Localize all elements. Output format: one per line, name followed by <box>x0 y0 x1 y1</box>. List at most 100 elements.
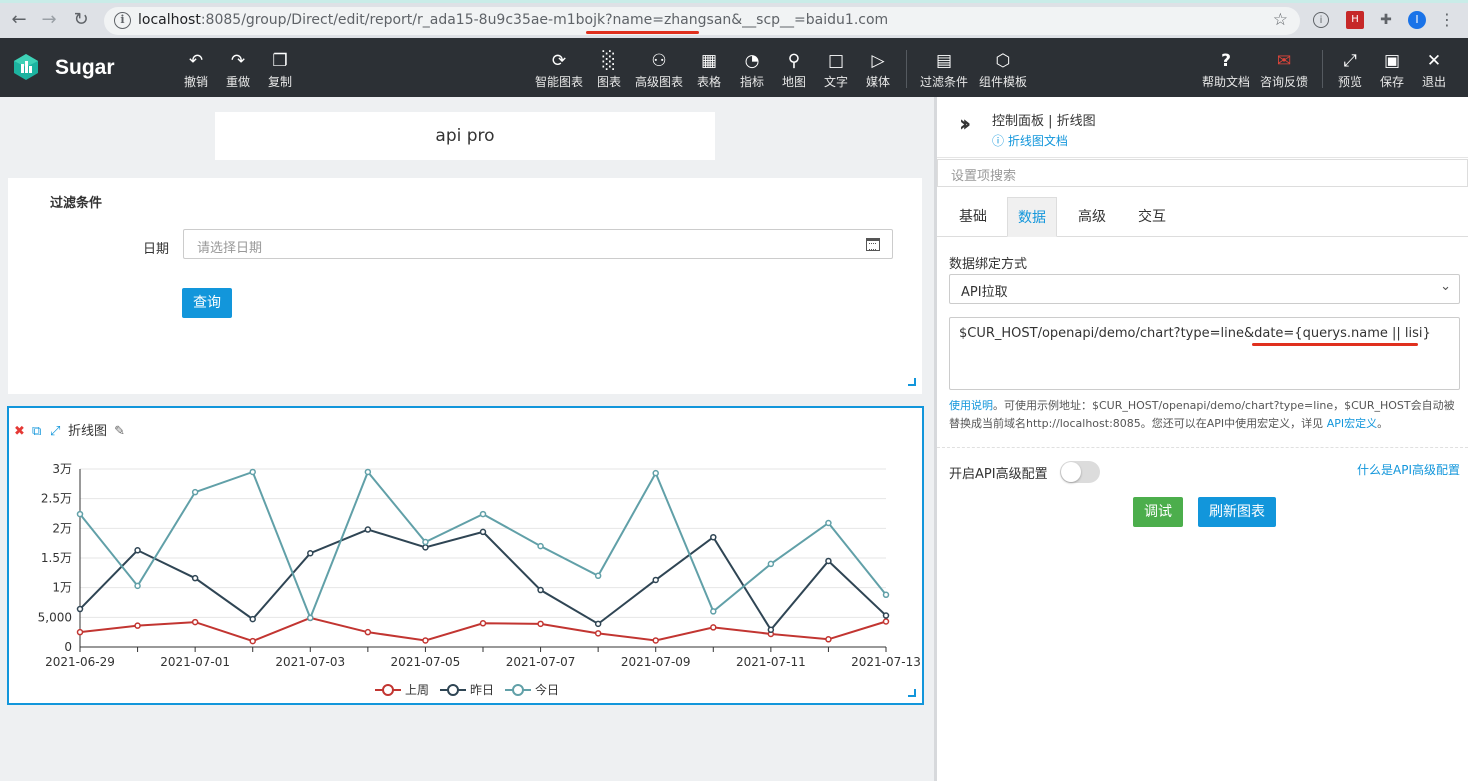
data-point <box>307 550 314 557</box>
data-point <box>594 572 602 580</box>
exit-button[interactable]: ✕ 退出 <box>1422 51 1446 90</box>
filter-widget[interactable]: 过滤条件 日期 请选择日期 查询 <box>8 178 922 394</box>
component-template-button[interactable]: ⬡ 组件模板 <box>979 51 1027 90</box>
extension-icon[interactable]: i <box>1313 12 1329 28</box>
save-button[interactable]: ▣ 保存 <box>1380 51 1404 90</box>
chart-button[interactable]: ░ 图表 <box>597 51 621 90</box>
report-title[interactable]: api pro <box>215 112 715 160</box>
preview-button[interactable]: ⤢ 预览 <box>1338 51 1362 90</box>
filter-label: 过滤条件 <box>920 75 969 89</box>
data-point <box>825 557 832 565</box>
api-url-textarea[interactable]: $CUR_HOST/openapi/demo/chart?type=line&d… <box>949 317 1460 390</box>
collapse-panel-icon[interactable]: ›› <box>959 112 971 137</box>
data-point <box>767 560 775 568</box>
panel-tabs: 基础 数据 高级 交互 <box>937 197 1468 237</box>
data-point <box>249 637 256 645</box>
y-tick-label: 3万 <box>52 462 72 476</box>
preview-label: 预览 <box>1338 75 1363 89</box>
refresh-chart-button[interactable]: 刷新图表 <box>1198 497 1276 527</box>
data-binding-value: API拉取 <box>961 285 1008 300</box>
data-point <box>134 622 141 629</box>
legend-label: 昨日 <box>470 683 494 697</box>
advanced-config-help-link[interactable]: 什么是API高级配置 <box>1357 461 1460 478</box>
map-button[interactable]: ⚲ 地图 <box>782 51 806 90</box>
brand-name: Sugar <box>55 56 115 79</box>
settings-search-input[interactable]: 设置项搜索 <box>937 159 1468 187</box>
data-point <box>710 608 717 615</box>
gauge-icon: ◔ <box>744 51 760 71</box>
redo-icon: ↷ <box>230 51 246 71</box>
data-binding-select[interactable]: API拉取 ⌄ <box>949 274 1460 304</box>
usage-link[interactable]: 使用说明 <box>949 399 993 412</box>
data-point <box>710 624 717 631</box>
data-point <box>191 488 199 496</box>
advanced-config-toggle[interactable] <box>1060 461 1100 483</box>
indicator-button[interactable]: ◔ 指标 <box>740 51 764 90</box>
bookmark-star-icon[interactable]: ☆ <box>1273 10 1288 30</box>
debug-button[interactable]: 调试 <box>1133 497 1183 527</box>
resize-handle-icon[interactable] <box>908 689 916 697</box>
table-button[interactable]: ▦ 表格 <box>697 51 721 90</box>
media-button[interactable]: ▷ 媒体 <box>866 51 890 90</box>
browser-menu-icon[interactable]: ⋮ <box>1438 11 1456 29</box>
extension-badge-icon[interactable]: H <box>1346 11 1364 29</box>
data-point <box>134 582 141 590</box>
help-docs-button[interactable]: ? 帮助文档 <box>1202 51 1250 90</box>
query-button[interactable]: 查询 <box>182 288 232 318</box>
feedback-button[interactable]: ✉ 咨询反馈 <box>1260 51 1308 90</box>
data-point <box>364 468 372 476</box>
x-tick-label: 2021-07-07 <box>506 655 576 669</box>
forward-icon[interactable]: → <box>38 9 60 31</box>
api-macro-link[interactable]: API宏定义 <box>1327 417 1377 430</box>
tab-data[interactable]: 数据 <box>1007 197 1057 237</box>
puzzle-extensions-icon[interactable]: ✚ <box>1377 11 1395 29</box>
indicator-label: 指标 <box>740 75 765 89</box>
smart-chart-label: 智能图表 <box>535 75 584 89</box>
annotation-underline <box>586 31 699 34</box>
calendar-icon[interactable] <box>866 238 880 251</box>
x-tick-label: 2021-07-01 <box>160 655 230 669</box>
site-info-icon[interactable]: i <box>114 12 131 29</box>
url-path: :8085/group/Direct/edit/report/r_ada15-8… <box>200 12 889 28</box>
url-host: localhost <box>138 12 201 28</box>
control-panel: ›› 控制面板 | 折线图 ⓘ 折线图文档 设置项搜索 基础 数据 高级 交互 … <box>937 97 1468 781</box>
profile-avatar[interactable]: I <box>1408 11 1426 29</box>
y-tick-label: 1万 <box>52 581 72 595</box>
table-icon: ▦ <box>700 51 718 71</box>
chart-doc-link[interactable]: ⓘ 折线图文档 <box>992 132 1068 149</box>
line-chart-widget[interactable]: ✖ ⧉ ⤢ 折线图 ✎ 0 5,000 1万 1.5万 2万 2.5万 3万 2021-06-29 2… <box>7 406 924 705</box>
tab-basic[interactable]: 基础 <box>949 197 997 237</box>
data-point <box>537 620 544 628</box>
legend-marker <box>512 684 524 696</box>
filter-button[interactable]: ▤ 过滤条件 <box>920 51 968 90</box>
save-icon: ▣ <box>1383 51 1401 71</box>
back-icon[interactable]: ← <box>8 9 30 31</box>
advanced-chart-label: 高级图表 <box>635 75 684 89</box>
data-point <box>479 620 487 627</box>
smart-chart-icon: ⟳ <box>551 51 567 71</box>
toolbar-separator <box>1322 50 1323 88</box>
api-url-text: $CUR_HOST/openapi/demo/chart?type=line&d… <box>959 326 1431 341</box>
advanced-chart-button[interactable]: ⚇ 高级图表 <box>635 51 683 90</box>
tab-advanced[interactable]: 高级 <box>1068 197 1116 237</box>
feedback-icon: ✉ <box>1276 51 1292 71</box>
text-label: 文字 <box>824 75 849 89</box>
data-point <box>249 615 256 623</box>
copy-icon: ❐ <box>272 51 288 71</box>
date-label: 日期 <box>143 242 170 257</box>
resize-handle-icon[interactable] <box>908 378 916 386</box>
date-picker-input[interactable]: 请选择日期 <box>183 229 893 259</box>
redo-button[interactable]: ↷ 重做 <box>226 51 250 90</box>
reload-icon[interactable]: ↻ <box>70 9 92 31</box>
url-text[interactable]: localhost:8085/group/Direct/edit/report/… <box>138 12 888 28</box>
undo-button[interactable]: ↶ 撤销 <box>184 51 208 90</box>
x-tick-label: 2021-07-05 <box>391 655 461 669</box>
copy-button[interactable]: ❐ 复制 <box>268 51 292 90</box>
text-button[interactable]: □ 文字 <box>824 51 848 90</box>
address-bar[interactable]: i localhost:8085/group/Direct/edit/repor… <box>104 7 1300 35</box>
tab-interaction[interactable]: 交互 <box>1128 197 1176 237</box>
annotation-underline <box>1252 343 1418 346</box>
filter-title: 过滤条件 <box>50 196 103 211</box>
y-tick-label: 2.5万 <box>41 492 72 506</box>
smart-chart-button[interactable]: ⟳ 智能图表 <box>535 51 583 90</box>
